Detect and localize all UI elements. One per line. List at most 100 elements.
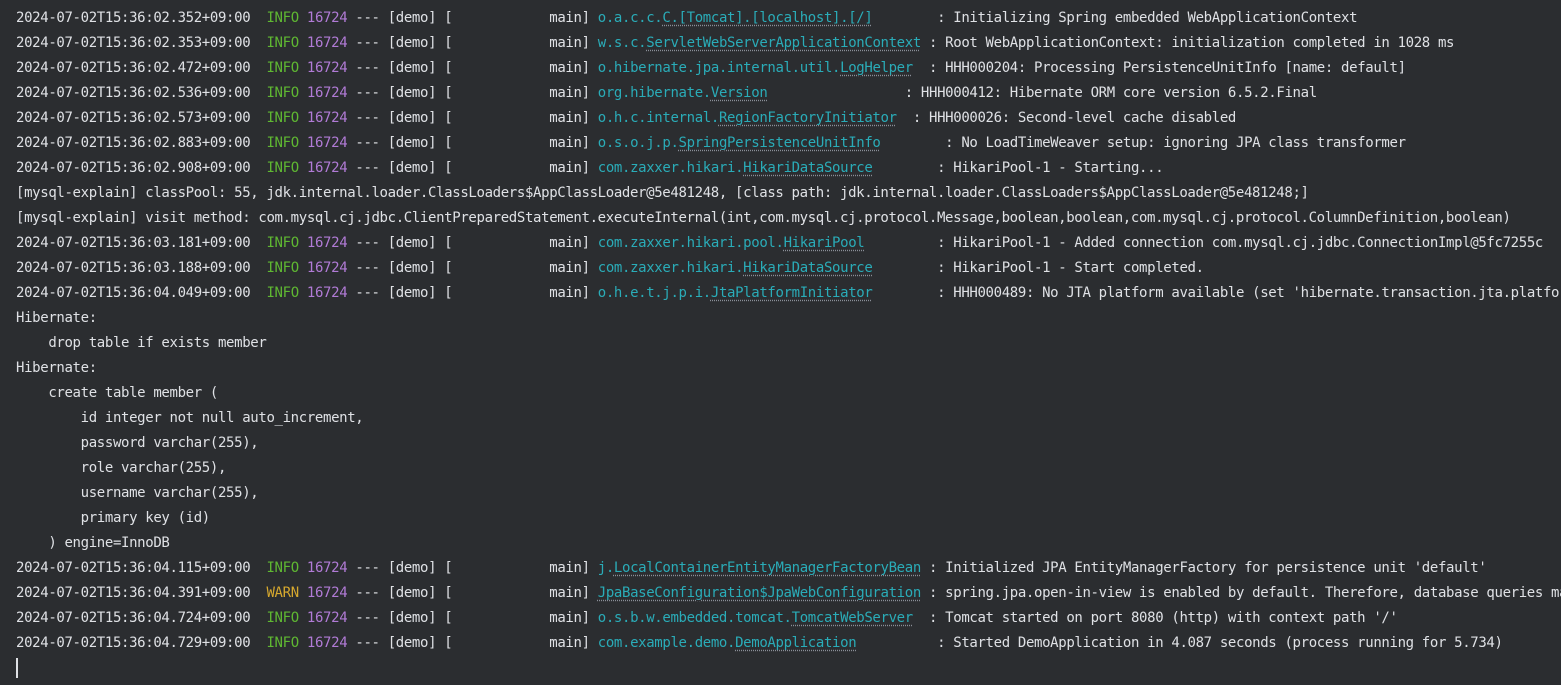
log-thread: --- [demo] [ main] <box>347 110 598 126</box>
output-line: Hibernate: <box>16 306 1561 331</box>
logger-padding <box>872 10 929 26</box>
log-pid: 16724 <box>306 135 348 151</box>
log-timestamp: 2024-07-02T15:36:03.188+09:00 <box>16 260 251 276</box>
logger-class-link[interactable]: HikariDataSource <box>743 260 873 276</box>
logger-class-link[interactable]: HikariPool <box>784 235 865 251</box>
logger-padding <box>856 635 929 651</box>
log-pid: 16724 <box>306 110 348 126</box>
log-message: : No LoadTimeWeaver setup: ignoring JPA … <box>937 135 1406 151</box>
log-thread: --- [demo] [ main] <box>347 160 598 176</box>
logger-package: com.zaxxer.hikari. <box>597 160 744 176</box>
output-text: password varchar(255), <box>16 435 259 451</box>
logger-padding <box>872 260 929 276</box>
output-line: username varchar(255), <box>16 481 1561 506</box>
output-text: [mysql-explain] classPool: 55, jdk.inter… <box>16 185 1309 201</box>
log-thread: --- [demo] [ main] <box>347 60 598 76</box>
log-timestamp: 2024-07-02T15:36:02.883+09:00 <box>16 135 251 151</box>
output-line: primary key (id) <box>16 506 1561 531</box>
logger-package: j. <box>597 560 615 576</box>
log-pid: 16724 <box>306 560 348 576</box>
output-text: primary key (id) <box>16 510 211 526</box>
console-output: 2024-07-02T15:36:02.352+09:00 INFO 16724… <box>16 6 1561 656</box>
output-text: role varchar(255), <box>16 460 227 476</box>
logger-class-link[interactable]: ServletWebServerApplicationContext <box>646 35 921 51</box>
logger-package: o.s.b.w.embedded.tomcat. <box>597 610 792 626</box>
logger-class-link[interactable]: C.[Tomcat].[localhost].[/] <box>662 10 872 26</box>
logger-padding <box>872 285 929 301</box>
logger-padding <box>767 85 896 101</box>
logger-package: o.s.o.j.p. <box>597 135 679 151</box>
log-level: INFO <box>266 60 299 76</box>
logger-padding <box>881 135 938 151</box>
log-level: INFO <box>266 160 299 176</box>
logger-class-link[interactable]: DemoApplication <box>735 635 857 651</box>
log-pid: 16724 <box>306 160 348 176</box>
log-line: 2024-07-02T15:36:03.181+09:00 INFO 16724… <box>16 231 1561 256</box>
log-level: INFO <box>266 635 299 651</box>
log-level: INFO <box>266 285 299 301</box>
output-text: [mysql-explain] visit method: com.mysql.… <box>16 210 1511 226</box>
logger-class-link[interactable]: TomcatWebServer <box>792 610 914 626</box>
log-pid: 16724 <box>306 60 348 76</box>
logger-class-link[interactable]: HikariDataSource <box>743 160 873 176</box>
log-line: 2024-07-02T15:36:02.352+09:00 INFO 16724… <box>16 6 1561 31</box>
log-line: 2024-07-02T15:36:03.188+09:00 INFO 16724… <box>16 256 1561 281</box>
log-pid: 16724 <box>306 285 348 301</box>
log-pid: 16724 <box>306 610 348 626</box>
log-level: INFO <box>266 10 299 26</box>
logger-class-link[interactable]: JpaBaseConfiguration$JpaWebConfiguration <box>598 585 922 601</box>
log-line: 2024-07-02T15:36:04.724+09:00 INFO 16724… <box>16 606 1561 631</box>
log-timestamp: 2024-07-02T15:36:04.049+09:00 <box>16 285 251 301</box>
log-line: 2024-07-02T15:36:02.353+09:00 INFO 16724… <box>16 31 1561 56</box>
logger-padding <box>913 610 921 626</box>
logger-class-link[interactable]: LocalContainerEntityManagerFactoryBean <box>614 560 921 576</box>
log-message: : HHH000412: Hibernate ORM core version … <box>896 85 1317 101</box>
log-timestamp: 2024-07-02T15:36:02.353+09:00 <box>16 35 251 51</box>
logger-package: o.hibernate.jpa.internal.util. <box>597 60 841 76</box>
log-message: : HHH000489: No JTA platform available (… <box>929 285 1561 301</box>
log-line: 2024-07-02T15:36:04.391+09:00 WARN 16724… <box>16 581 1561 606</box>
logger-class-link[interactable]: RegionFactoryInitiator <box>719 110 897 126</box>
log-level: INFO <box>266 110 299 126</box>
log-message: : Root WebApplicationContext: initializa… <box>920 35 1455 51</box>
logger-package: o.h.c.internal. <box>597 110 720 126</box>
logger-padding <box>897 110 905 126</box>
logger-padding <box>913 60 921 76</box>
logger-package: com.zaxxer.hikari.pool. <box>597 235 784 251</box>
log-message: : Initializing Spring embedded WebApplic… <box>929 10 1358 26</box>
log-message: : HikariPool-1 - Start completed. <box>929 260 1204 276</box>
log-thread: --- [demo] [ main] <box>347 260 598 276</box>
log-thread: --- [demo] [ main] <box>347 610 598 626</box>
log-line: 2024-07-02T15:36:04.115+09:00 INFO 16724… <box>16 556 1561 581</box>
log-message: : HikariPool-1 - Added connection com.my… <box>929 235 1543 251</box>
log-level: INFO <box>266 560 299 576</box>
log-line: 2024-07-02T15:36:02.883+09:00 INFO 16724… <box>16 131 1561 156</box>
logger-class-link[interactable]: Version <box>711 85 768 101</box>
log-thread: --- [demo] [ main] <box>347 560 598 576</box>
log-message: : spring.jpa.open-in-view is enabled by … <box>920 585 1561 601</box>
log-line: 2024-07-02T15:36:02.908+09:00 INFO 16724… <box>16 156 1561 181</box>
log-line: 2024-07-02T15:36:02.536+09:00 INFO 16724… <box>16 81 1561 106</box>
log-level: INFO <box>266 610 299 626</box>
run-console[interactable]: 2024-07-02T15:36:02.352+09:00 INFO 16724… <box>0 0 1561 685</box>
log-pid: 16724 <box>306 85 348 101</box>
output-text: drop table if exists member <box>16 335 267 351</box>
log-line: 2024-07-02T15:36:04.049+09:00 INFO 16724… <box>16 281 1561 306</box>
log-message: : HHH000204: Processing PersistenceUnitI… <box>920 60 1406 76</box>
output-text: create table member ( <box>16 385 218 401</box>
log-thread: --- [demo] [ main] <box>347 85 598 101</box>
log-timestamp: 2024-07-02T15:36:02.908+09:00 <box>16 160 251 176</box>
logger-package: com.zaxxer.hikari. <box>597 260 744 276</box>
logger-package: w.s.c. <box>597 35 647 51</box>
logger-package: org.hibernate. <box>597 85 711 101</box>
log-pid: 16724 <box>306 10 348 26</box>
log-level: INFO <box>266 235 299 251</box>
logger-class-link[interactable]: JtaPlatformInitiator <box>711 285 873 301</box>
output-line: create table member ( <box>16 381 1561 406</box>
logger-class-link[interactable]: LogHelper <box>840 60 913 76</box>
output-text: ) engine=InnoDB <box>16 535 170 551</box>
output-text: username varchar(255), <box>16 485 259 501</box>
logger-package: o.h.e.t.j.p.i. <box>597 285 711 301</box>
log-timestamp: 2024-07-02T15:36:04.391+09:00 <box>16 585 251 601</box>
logger-class-link[interactable]: SpringPersistenceUnitInfo <box>679 135 881 151</box>
